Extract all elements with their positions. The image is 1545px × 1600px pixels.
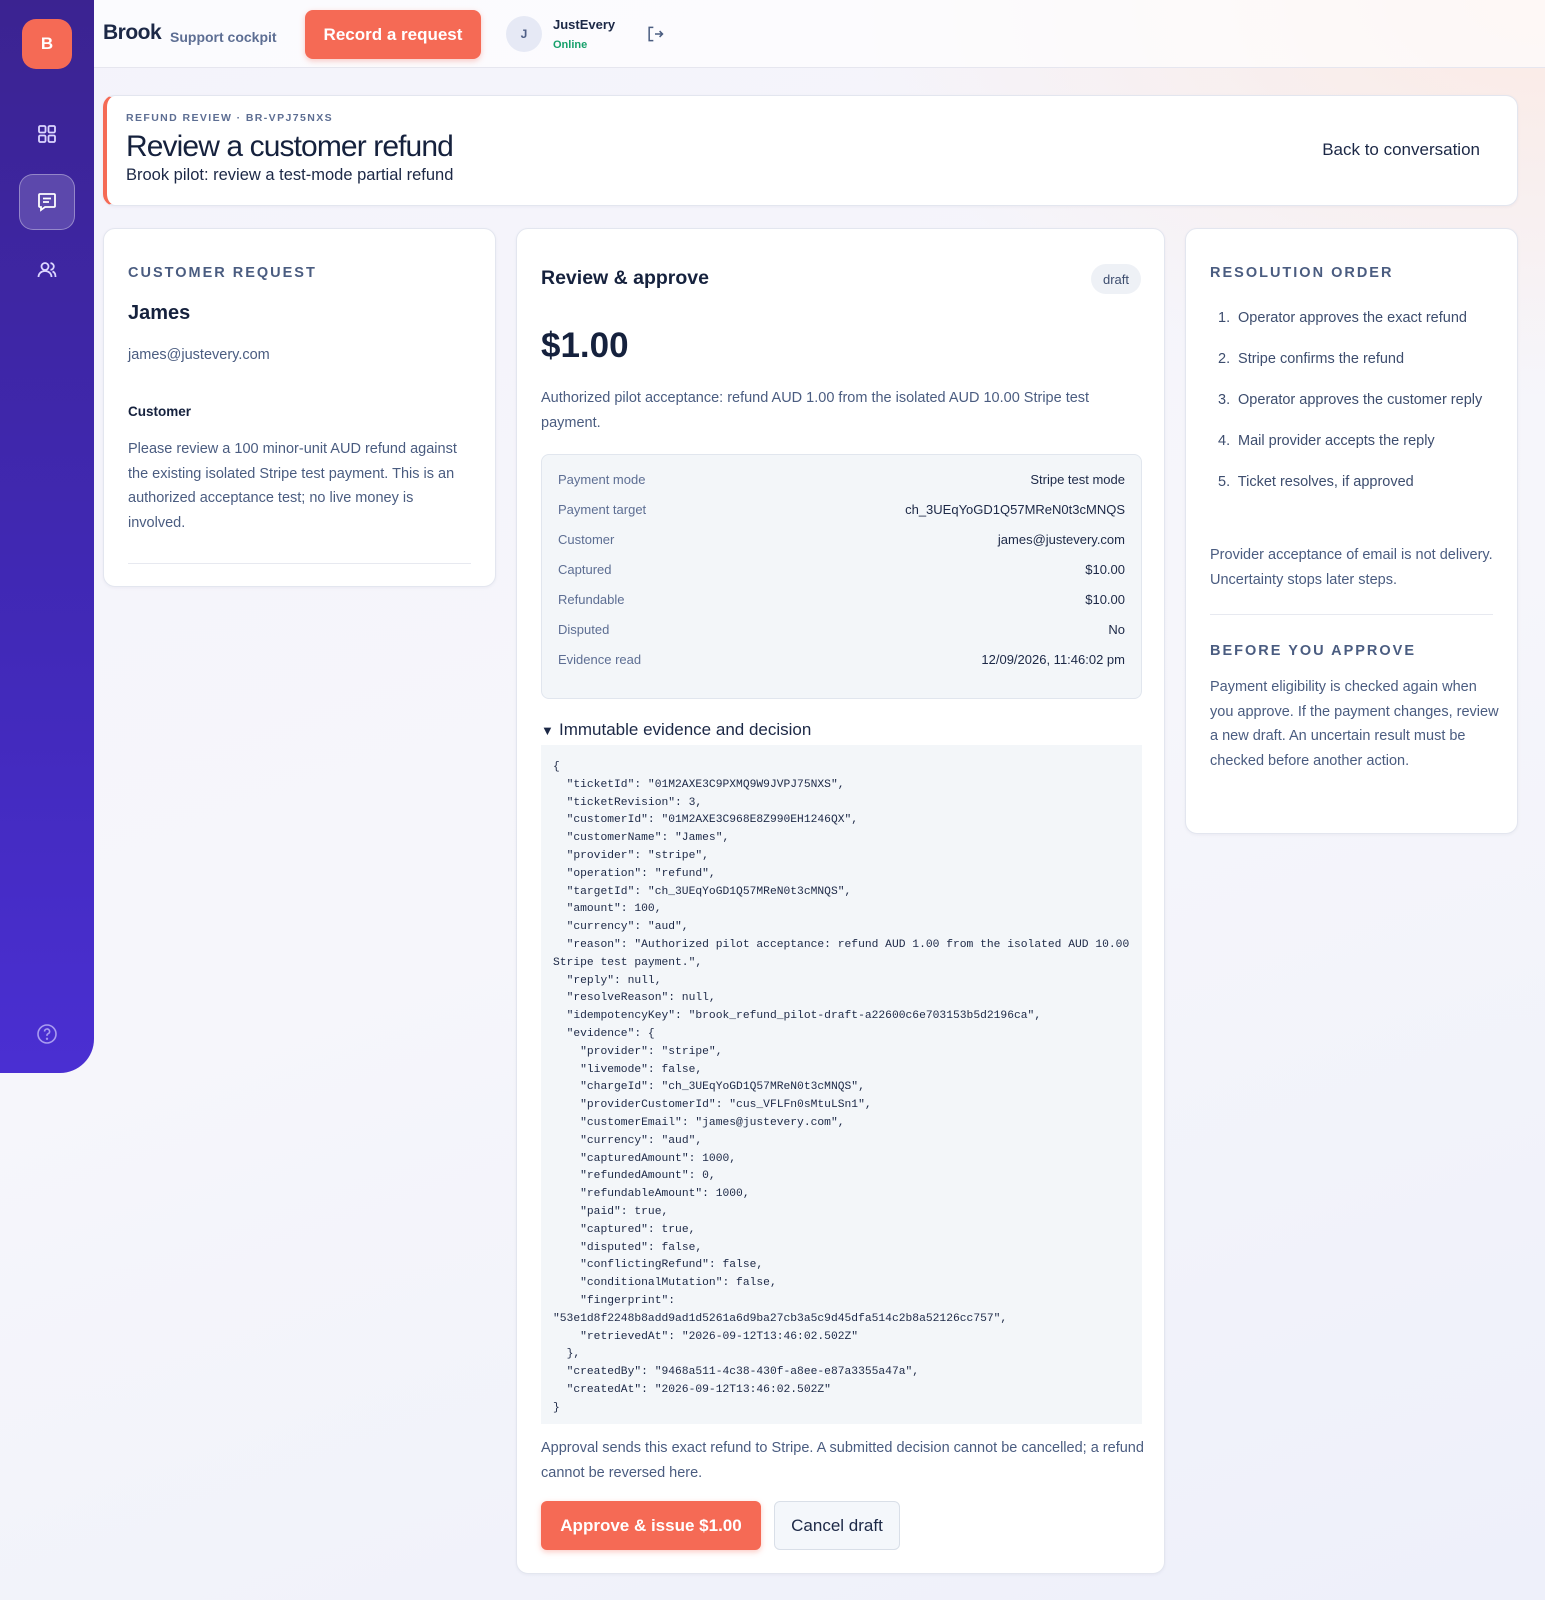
before-you-approve-text: Payment eligibility is checked again whe… [1210, 679, 1499, 769]
fact-key: Payment target [558, 502, 647, 517]
step-text: Operator approves the customer reply [1238, 392, 1483, 408]
fact-row: Captured $10.00 [558, 562, 1125, 592]
payment-facts: Payment mode Stripe test mode Payment tar… [541, 454, 1142, 699]
approval-warning: Approval sends this exact refund to Stri… [541, 1440, 1144, 1481]
brand-subtitle: Support cockpit [170, 29, 277, 45]
resolution-order-label: RESOLUTION ORDER [1210, 265, 1394, 281]
fact-key: Payment mode [558, 472, 646, 487]
list-item: 5. Ticket resolves, if approved [1218, 474, 1414, 490]
fact-value: $10.00 [1085, 562, 1125, 577]
list-item: 3. Operator approves the customer reply [1218, 392, 1483, 408]
fact-row: Evidence read 12/09/2026, 11:46:02 pm [558, 652, 1125, 682]
fact-row: Refundable $10.00 [558, 592, 1125, 622]
resolution-order-card: RESOLUTION ORDER 1. Operator approves th… [1185, 228, 1518, 834]
customers-icon [37, 262, 57, 278]
page-title: Review a customer refund [126, 130, 454, 163]
top-bar: Brook Support cockpit Record a request J… [94, 0, 1545, 68]
fact-key: Evidence read [558, 652, 642, 667]
logout-icon[interactable] [645, 24, 665, 44]
list-item: 2. Stripe confirms the refund [1218, 351, 1405, 367]
step-text: Ticket resolves, if approved [1237, 474, 1414, 490]
page-header: REFUND REVIEW · BR-VPJ75NXS Review a cus… [103, 95, 1518, 206]
fact-row: Payment target ch_3UEqYoGD1Q57MReN0t3cMNQ… [558, 502, 1125, 532]
resolution-note: Provider acceptance of email is not deli… [1210, 547, 1493, 588]
review-approve-card: Review & approve draft $1.00 Authorized … [516, 228, 1165, 1574]
fact-value: No [1108, 622, 1125, 637]
customer-request-card: CUSTOMER REQUEST James james@justevery.c… [103, 228, 496, 587]
fact-row: Customer james@justevery.com [558, 532, 1125, 562]
sidebar-item-dashboard[interactable] [19, 106, 75, 162]
disclosure-triangle-icon: ▼ [541, 723, 554, 738]
brand-name: Brook [103, 21, 162, 44]
list-item: 1. Operator approves the exact refund [1218, 310, 1467, 326]
customer-name: James [128, 302, 191, 324]
sidebar-item-customers[interactable] [19, 242, 75, 298]
fact-value: ch_3UEqYoGD1Q57MReN0t3cMNQS [905, 502, 1125, 517]
user-name: JustEvery [553, 17, 616, 32]
before-you-approve-label: BEFORE YOU APPROVE [1210, 643, 1417, 659]
customer-message: Please review a 100 minor-unit AUD refun… [128, 441, 457, 531]
brand-logo[interactable]: B [22, 19, 72, 69]
divider [1210, 614, 1493, 615]
evidence-json: { "ticketId": "01M2AXE3C9PXMQ9W9JVPJ75NX… [541, 745, 1142, 1424]
status-badge: draft [1090, 264, 1141, 294]
fact-key: Refundable [558, 592, 625, 607]
step-text: Stripe confirms the refund [1238, 351, 1405, 367]
sidebar-item-conversations[interactable] [19, 174, 75, 230]
fact-key: Customer [558, 532, 615, 547]
page-subtitle: Brook pilot: review a test-mode partial … [126, 166, 454, 184]
user-status: Online [553, 39, 588, 51]
message-author-role: Customer [128, 404, 192, 419]
evidence-details-toggle[interactable]: ▼ Immutable evidence and decision [541, 720, 811, 740]
conversations-icon [38, 193, 56, 212]
fact-value: $10.00 [1085, 592, 1125, 607]
help-icon[interactable] [35, 1022, 59, 1046]
customer-request-label: CUSTOMER REQUEST [128, 265, 317, 281]
fact-row: Disputed No [558, 622, 1125, 652]
fact-key: Disputed [558, 622, 610, 637]
fact-value: james@justevery.com [997, 532, 1125, 547]
refund-reason: Authorized pilot acceptance: refund AUD … [541, 390, 1090, 431]
customer-email: james@justevery.com [128, 347, 270, 363]
step-text: Operator approves the exact refund [1238, 310, 1467, 326]
record-request-button[interactable]: Record a request [305, 10, 481, 59]
fact-value: 12/09/2026, 11:46:02 pm [981, 652, 1125, 667]
back-to-conversation-link[interactable]: Back to conversation [1322, 140, 1480, 160]
user-avatar[interactable]: J [506, 16, 542, 52]
resolution-steps: 1. Operator approves the exact refund 2.… [1210, 307, 1500, 512]
dashboard-icon [38, 125, 56, 143]
refund-amount: $1.00 [541, 326, 629, 365]
divider [128, 563, 471, 564]
step-text: Mail provider accepts the reply [1238, 433, 1435, 449]
cancel-draft-button[interactable]: Cancel draft [774, 1501, 900, 1550]
fact-key: Captured [558, 562, 612, 577]
page-eyebrow: REFUND REVIEW · BR-VPJ75NXS [126, 112, 333, 124]
approve-button[interactable]: Approve & issue $1.00 [541, 1501, 761, 1550]
list-item: 4. Mail provider accepts the reply [1218, 433, 1435, 449]
fact-row: Payment mode Stripe test mode [558, 472, 1125, 502]
evidence-details-label: Immutable evidence and decision [559, 720, 812, 739]
review-title: Review & approve [541, 267, 709, 289]
sidebar: B [0, 0, 94, 1073]
fact-value: Stripe test mode [1030, 472, 1125, 487]
